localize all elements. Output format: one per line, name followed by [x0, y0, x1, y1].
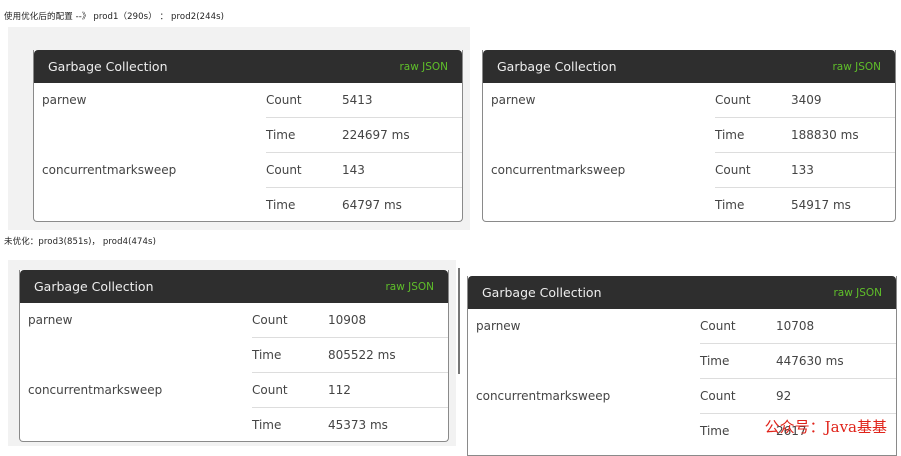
- metric-value: 188830 ms: [791, 117, 895, 153]
- gc-table: parnew Count 5413 Time 224697 ms concurr…: [34, 83, 462, 222]
- collector-name: concurrentmarksweep: [476, 389, 611, 403]
- metric-value: 5413: [342, 83, 462, 118]
- metric-value: 805522 ms: [328, 337, 448, 373]
- panel-header: Garbage Collection raw JSON: [20, 270, 448, 303]
- metric-value: 45373 ms: [328, 418, 388, 432]
- metric-label: Count: [715, 83, 791, 118]
- panel-header: Garbage Collection raw JSON: [483, 50, 895, 83]
- panel-header: Garbage Collection raw JSON: [468, 276, 896, 309]
- collector-name: concurrentmarksweep: [42, 163, 177, 177]
- collector-name: parnew: [28, 313, 73, 328]
- collector-name-empty: [20, 408, 252, 442]
- metric-value: 112: [328, 372, 448, 408]
- raw-json-link[interactable]: raw JSON: [832, 61, 881, 73]
- metric-label: Time: [266, 198, 296, 212]
- raw-json-link[interactable]: raw JSON: [385, 281, 434, 293]
- gc-table: parnew Count 3409 Time 188830 ms concurr…: [483, 83, 895, 222]
- metric-label: Count: [252, 372, 328, 408]
- metric-label: Time: [700, 343, 776, 379]
- metric-label: Time: [715, 117, 791, 153]
- gc-panel-prod1: Garbage Collection raw JSON parnew Count…: [33, 50, 463, 222]
- gc-panel-prod2: Garbage Collection raw JSON parnew Count…: [482, 50, 896, 222]
- watermark-text: 公众号：Java基基: [764, 418, 887, 436]
- collector-name-empty: [20, 338, 252, 373]
- gc-panel-prod3: Garbage Collection raw JSON parnew Count…: [19, 270, 449, 442]
- table-row: Time 224697 ms: [34, 117, 462, 153]
- metric-value: 64797 ms: [342, 198, 402, 212]
- metric-value: 10908: [328, 303, 448, 338]
- caption-unoptimized: 未优化：prod3(851s)， prod4(474s): [4, 237, 156, 247]
- collector-name-empty: [468, 344, 700, 379]
- collector-name: parnew: [476, 319, 521, 334]
- collector-name-empty: [483, 118, 715, 153]
- gc-table: parnew Count 10908 Time 805522 ms concur…: [20, 303, 448, 442]
- metric-label: Time: [252, 337, 328, 373]
- table-row: concurrentmarksweep Count 143: [34, 152, 462, 188]
- table-row: concurrentmarksweep Count 133: [483, 152, 895, 188]
- metric-value: 92: [776, 378, 896, 414]
- collector-name: concurrentmarksweep: [28, 383, 163, 397]
- table-row: parnew Count 5413: [34, 83, 462, 118]
- metric-label: Count: [715, 152, 791, 188]
- table-row: parnew Count 3409: [483, 83, 895, 118]
- metric-label: Count: [266, 83, 342, 118]
- metric-label: Count: [700, 309, 776, 344]
- panel-title: Garbage Collection: [497, 59, 617, 74]
- metric-value: 54917 ms: [791, 198, 851, 212]
- collector-name-empty: [34, 118, 266, 153]
- panel-title: Garbage Collection: [482, 285, 602, 300]
- table-row: concurrentmarksweep Count 92: [468, 378, 896, 414]
- collector-name: concurrentmarksweep: [491, 163, 626, 177]
- table-row: concurrentmarksweep Count 112: [20, 372, 448, 408]
- metric-value: 447630 ms: [776, 343, 896, 379]
- metric-label: Count: [252, 303, 328, 338]
- metric-label: Count: [266, 152, 342, 188]
- metric-value: 133: [791, 152, 895, 188]
- table-row: Time 805522 ms: [20, 337, 448, 373]
- table-row: Time 45373 ms: [20, 408, 448, 442]
- collector-name: parnew: [42, 93, 87, 108]
- collector-name-empty: [34, 188, 266, 222]
- metric-value: 224697 ms: [342, 117, 462, 153]
- metric-label: Time: [715, 198, 745, 212]
- screenshot-divider: [458, 268, 460, 374]
- table-row: Time 64797 ms: [34, 188, 462, 222]
- collector-name: parnew: [491, 93, 536, 108]
- metric-label: Time: [252, 418, 282, 432]
- raw-json-link[interactable]: raw JSON: [833, 287, 882, 299]
- panel-title: Garbage Collection: [34, 279, 154, 294]
- panel-title: Garbage Collection: [48, 59, 168, 74]
- table-row: Time 188830 ms: [483, 117, 895, 153]
- metric-value: 3409: [791, 83, 895, 118]
- raw-json-link[interactable]: raw JSON: [399, 61, 448, 73]
- metric-value: 10708: [776, 309, 896, 344]
- table-row: Time 447630 ms: [468, 343, 896, 379]
- table-row: Time 54917 ms: [483, 188, 895, 222]
- metric-label: Time: [266, 117, 342, 153]
- collector-name-empty: [468, 414, 700, 449]
- metric-value: 143: [342, 152, 462, 188]
- collector-name-empty: [483, 188, 715, 222]
- metric-label: Count: [700, 378, 776, 414]
- table-row: parnew Count 10908: [20, 303, 448, 338]
- table-row: parnew Count 10708: [468, 309, 896, 344]
- panel-header: Garbage Collection raw JSON: [34, 50, 462, 83]
- caption-optimized: 使用优化后的配置 --》 prod1（290s） ： prod2(244s): [4, 12, 225, 22]
